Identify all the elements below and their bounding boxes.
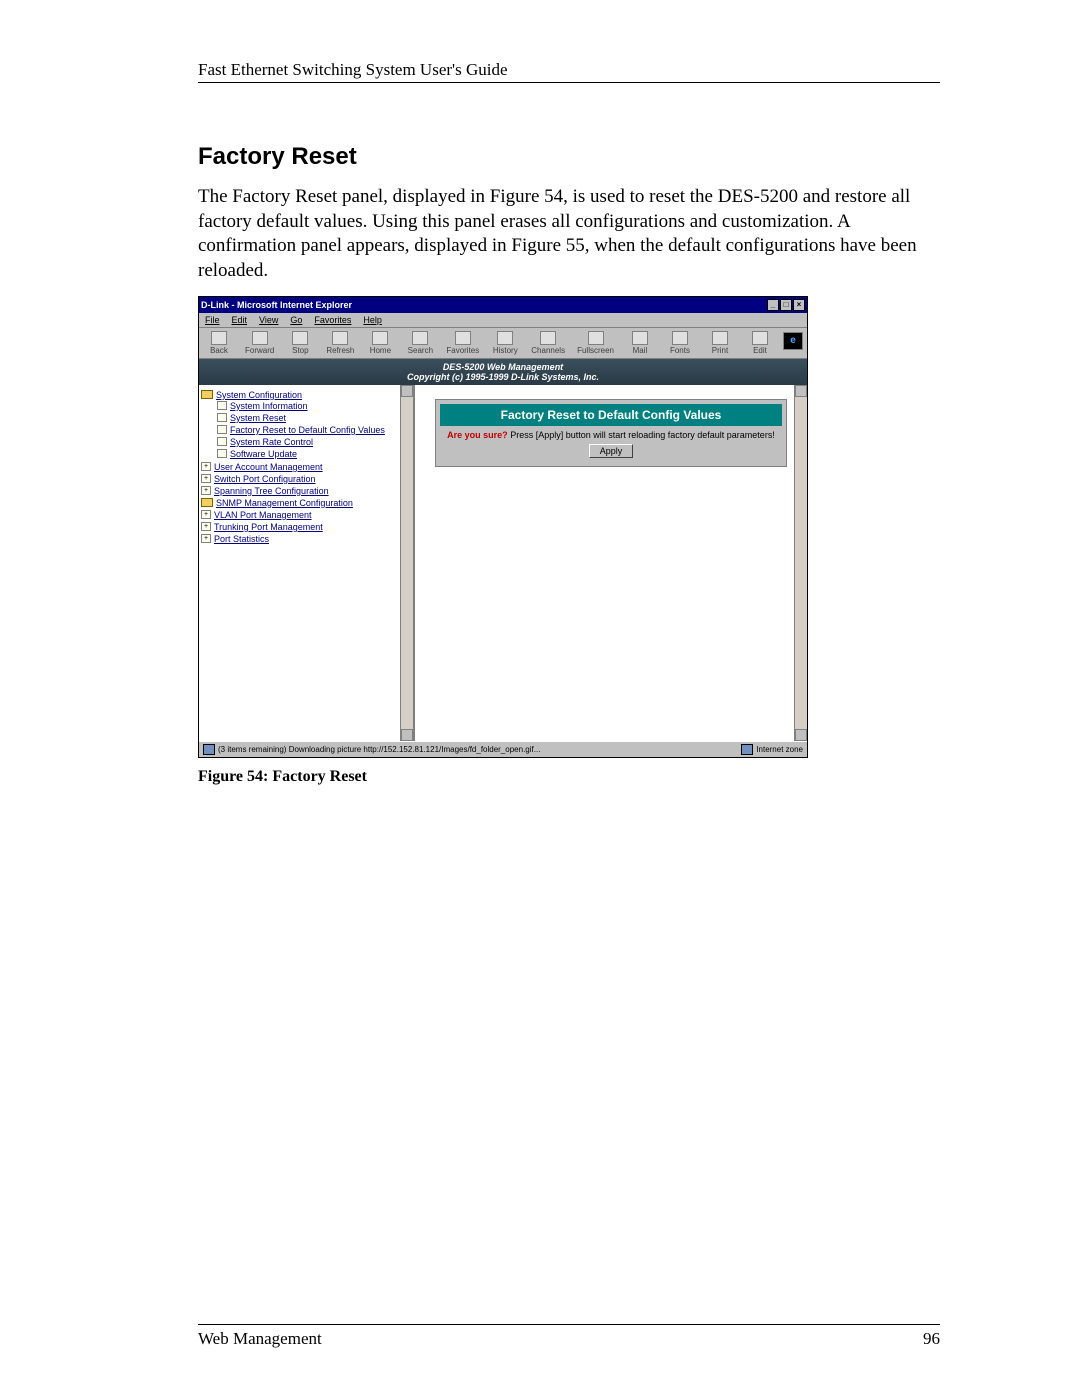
- main-pane: Factory Reset to Default Config Values A…: [415, 385, 807, 741]
- tree-system-reset[interactable]: System Reset: [230, 413, 286, 423]
- banner: DES-5200 Web Management Copyright (c) 19…: [199, 359, 807, 385]
- refresh-icon: [332, 331, 348, 345]
- banner-line1: DES-5200 Web Management: [199, 362, 807, 372]
- close-icon[interactable]: ×: [793, 299, 805, 311]
- page-icon: [217, 437, 227, 446]
- minimize-icon[interactable]: _: [767, 299, 779, 311]
- screenshot: D-Link - Microsoft Internet Explorer _ □…: [198, 296, 808, 758]
- search-icon: [412, 331, 428, 345]
- tree-user-account-management[interactable]: User Account Management: [214, 462, 323, 472]
- tree-factory-reset[interactable]: Factory Reset to Default Config Values: [230, 425, 385, 435]
- page-header: Fast Ethernet Switching System User's Gu…: [198, 60, 940, 83]
- tree-port-statistics[interactable]: Port Statistics: [214, 534, 269, 544]
- tree-scrollbar[interactable]: [400, 385, 413, 741]
- history-icon: [497, 331, 513, 345]
- status-bar: (3 items remaining) Downloading picture …: [199, 741, 807, 757]
- fonts-icon: [672, 331, 688, 345]
- footer-right: 96: [923, 1329, 940, 1349]
- menu-go[interactable]: Go: [290, 315, 302, 325]
- plus-icon[interactable]: +: [201, 510, 211, 519]
- fullscreen-icon: [588, 331, 604, 345]
- history-button[interactable]: History: [491, 331, 519, 355]
- toolbar: Back Forward Stop Refresh Home Search Fa…: [199, 327, 807, 359]
- window-title: D-Link - Microsoft Internet Explorer: [201, 300, 352, 310]
- status-icon: [203, 744, 215, 755]
- figure-caption: Figure 54: Factory Reset: [198, 768, 940, 786]
- print-icon: [712, 331, 728, 345]
- tree-system-rate-control[interactable]: System Rate Control: [230, 437, 313, 447]
- mail-icon: [632, 331, 648, 345]
- page-icon: [217, 449, 227, 458]
- menu-bar: File Edit View Go Favorites Help: [199, 313, 807, 327]
- plus-icon[interactable]: +: [201, 534, 211, 543]
- stop-icon: [292, 331, 308, 345]
- favorites-button[interactable]: Favorites: [446, 331, 479, 355]
- plus-icon[interactable]: +: [201, 522, 211, 531]
- banner-line2: Copyright (c) 1995-1999 D-Link Systems, …: [199, 372, 807, 382]
- menu-help[interactable]: Help: [363, 315, 382, 325]
- tree-trunking-port-management[interactable]: Trunking Port Management: [214, 522, 323, 532]
- footer-left: Web Management: [198, 1329, 322, 1349]
- forward-icon: [252, 331, 268, 345]
- tree-snmp-management-configuration[interactable]: SNMP Management Configuration: [216, 498, 353, 508]
- tree-switch-port-configuration[interactable]: Switch Port Configuration: [214, 474, 316, 484]
- tree-vlan-port-management[interactable]: VLAN Port Management: [214, 510, 312, 520]
- page-icon: [217, 413, 227, 422]
- globe-icon: [741, 744, 753, 755]
- plus-icon[interactable]: +: [201, 486, 211, 495]
- menu-view[interactable]: View: [259, 315, 278, 325]
- zone-text: Internet zone: [756, 745, 803, 754]
- warning-text: Are you sure?: [447, 430, 508, 440]
- edit-icon: [752, 331, 768, 345]
- fonts-button[interactable]: Fonts: [666, 331, 694, 355]
- favorites-icon: [455, 331, 471, 345]
- ie-logo-icon: e: [783, 332, 803, 350]
- folder-open-icon: [201, 390, 213, 399]
- page-footer: Web Management 96: [198, 1324, 940, 1349]
- menu-edit[interactable]: Edit: [232, 315, 248, 325]
- print-button[interactable]: Print: [706, 331, 734, 355]
- main-scrollbar[interactable]: [794, 385, 807, 741]
- channels-icon: [540, 331, 556, 345]
- menu-favorites[interactable]: Favorites: [314, 315, 351, 325]
- window-titlebar: D-Link - Microsoft Internet Explorer _ □…: [199, 297, 807, 313]
- home-icon: [372, 331, 388, 345]
- back-button[interactable]: Back: [205, 331, 233, 355]
- panel-title: Factory Reset to Default Config Values: [440, 404, 782, 426]
- search-button[interactable]: Search: [406, 331, 434, 355]
- page-icon: [217, 401, 227, 410]
- back-icon: [211, 331, 227, 345]
- home-button[interactable]: Home: [366, 331, 394, 355]
- folder-icon: [201, 498, 213, 507]
- factory-reset-panel: Factory Reset to Default Config Values A…: [435, 399, 787, 467]
- channels-button[interactable]: Channels: [531, 331, 565, 355]
- tree-spanning-tree-configuration[interactable]: Spanning Tree Configuration: [214, 486, 329, 496]
- tree-system-configuration[interactable]: System Configuration: [216, 390, 302, 400]
- nav-tree: System Configuration System Information …: [199, 385, 415, 741]
- refresh-button[interactable]: Refresh: [326, 331, 354, 355]
- edit-button[interactable]: Edit: [746, 331, 774, 355]
- forward-button[interactable]: Forward: [245, 331, 274, 355]
- plus-icon[interactable]: +: [201, 474, 211, 483]
- status-text: (3 items remaining) Downloading picture …: [218, 745, 540, 754]
- menu-file[interactable]: File: [205, 315, 220, 325]
- page-icon: [217, 425, 227, 434]
- plus-icon[interactable]: +: [201, 462, 211, 471]
- tree-system-information[interactable]: System Information: [230, 401, 308, 411]
- maximize-icon[interactable]: □: [780, 299, 792, 311]
- tree-software-update[interactable]: Software Update: [230, 449, 297, 459]
- panel-message: Press [Apply] button will start reloadin…: [508, 430, 775, 440]
- mail-button[interactable]: Mail: [626, 331, 654, 355]
- fullscreen-button[interactable]: Fullscreen: [577, 331, 614, 355]
- stop-button[interactable]: Stop: [286, 331, 314, 355]
- apply-button[interactable]: Apply: [589, 444, 634, 458]
- body-paragraph: The Factory Reset panel, displayed in Fi…: [198, 185, 940, 284]
- section-title: Factory Reset: [198, 143, 940, 171]
